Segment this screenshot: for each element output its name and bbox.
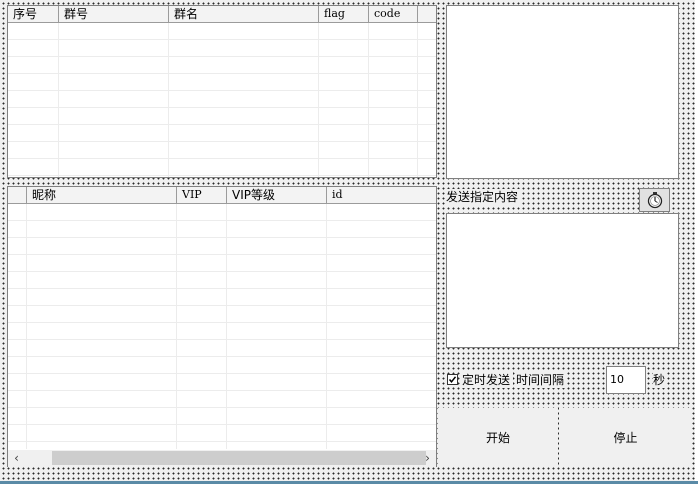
column-header-flag[interactable]: flag bbox=[319, 6, 369, 22]
start-button-label: 开始 bbox=[485, 431, 510, 445]
column-header-group-number[interactable]: 群号 bbox=[59, 6, 169, 22]
column-header-checkbox[interactable] bbox=[8, 187, 27, 203]
checkmark-icon bbox=[448, 376, 457, 383]
timed-send-label[interactable]: 定时发送 bbox=[462, 372, 514, 388]
column-header-index[interactable]: 序号 bbox=[8, 6, 59, 22]
group-list[interactable]: 序号 群号 群名 flag code bbox=[7, 5, 437, 178]
member-list-header: 昵称 VIP VIP等级 id bbox=[8, 187, 436, 204]
group-list-header: 序号 群号 群名 flag code bbox=[8, 6, 436, 23]
timed-send-checkbox[interactable] bbox=[447, 374, 458, 385]
stop-button-label: 停止 bbox=[613, 431, 638, 445]
send-content-label: 发送指定内容 bbox=[446, 189, 521, 205]
group-info-box[interactable] bbox=[446, 5, 679, 179]
column-header-code[interactable]: code bbox=[369, 6, 418, 22]
member-list-hscrollbar[interactable]: ‹ › bbox=[8, 450, 436, 467]
column-header-nickname[interactable]: 昵称 bbox=[27, 187, 177, 203]
stopwatch-icon bbox=[647, 192, 662, 209]
send-content-input[interactable] bbox=[446, 213, 679, 348]
chevron-left-icon[interactable]: ‹ bbox=[8, 450, 25, 467]
chevron-right-icon[interactable]: › bbox=[419, 450, 436, 467]
stop-button[interactable]: 停止 bbox=[559, 408, 692, 467]
column-header-group-name[interactable]: 群名 bbox=[169, 6, 319, 22]
interval-label: 时间间隔 bbox=[516, 372, 567, 388]
interval-input[interactable]: 10 bbox=[606, 366, 646, 394]
column-header-vip[interactable]: VIP bbox=[177, 187, 227, 203]
member-list[interactable]: 昵称 VIP VIP等级 id bbox=[7, 186, 437, 467]
timer-button[interactable] bbox=[639, 188, 670, 212]
column-header-vip-level[interactable]: VIP等级 bbox=[227, 187, 327, 203]
start-button[interactable]: 开始 bbox=[438, 408, 558, 467]
column-header-id[interactable]: id bbox=[327, 187, 436, 203]
scrollbar-thumb[interactable] bbox=[52, 451, 426, 465]
seconds-unit-label: 秒 bbox=[653, 372, 666, 388]
